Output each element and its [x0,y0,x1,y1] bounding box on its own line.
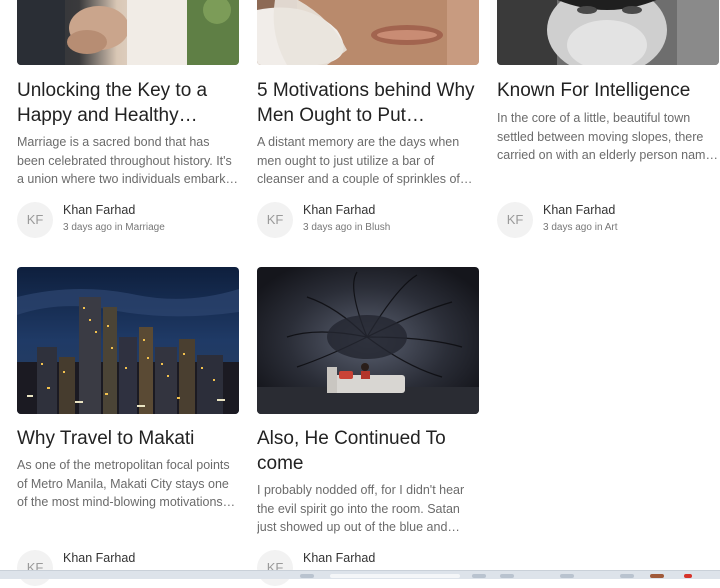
post-thumbnail-city-night[interactable] [17,267,239,414]
taskbar-app-icon[interactable] [620,574,634,578]
post-time: 3 days ago [63,222,112,233]
post-author: KF Khan Farhad 3 days ago in Marriage [17,202,239,240]
post-author: KF Khan Farhad [257,550,479,588]
post-thumbnail-couple-hands[interactable] [17,0,239,65]
author-name[interactable]: Khan Farhad [63,551,135,565]
post-author: KF Khan Farhad 3 days ago in Blush [257,202,479,240]
avatar[interactable]: KF [257,550,293,586]
taskbar-app-icon[interactable] [500,574,514,578]
avatar[interactable]: KF [497,202,533,238]
notification-badge-icon[interactable] [684,574,692,578]
author-name[interactable]: Khan Farhad [303,551,375,565]
post-excerpt: In the core of a little, beautiful town … [497,111,718,162]
post-excerpt: A distant memory are the days when men o… [257,135,473,186]
post-time: 3 days ago [543,222,592,233]
post-category[interactable]: Art [605,222,618,233]
post-category[interactable]: Blush [365,222,390,233]
post-thumbnail-face-cream[interactable] [257,0,479,65]
taskbar-app-icon[interactable] [472,574,486,578]
post-title[interactable]: Also, He Continued To come [257,426,479,476]
post-thumbnail-bw-portrait[interactable] [497,0,719,65]
post-meta: 3 days ago in Marriage [63,222,165,233]
post-excerpt: I probably nodded off, for I didn't hear… [257,483,465,534]
post-thumbnail-dark-fantasy[interactable] [257,267,479,414]
taskbar-app-icon[interactable] [650,574,664,578]
avatar[interactable]: KF [17,202,53,238]
post-title[interactable]: Why Travel to Makati [17,426,239,451]
post-author: KF Khan Farhad 3 days ago in Art [497,202,719,240]
post-time: 3 days ago [303,222,352,233]
author-name[interactable]: Khan Farhad [543,203,615,217]
meta-in: in [594,222,603,233]
post-excerpt: As one of the metropolitan focal points … [17,458,230,509]
avatar[interactable]: KF [257,202,293,238]
post-category[interactable]: Marriage [125,222,164,233]
post-title[interactable]: Unlocking the Key to a Happy and Healthy… [17,78,239,128]
taskbar-app-icon[interactable] [300,574,314,578]
post-title[interactable]: Known For Intelligence [497,78,719,103]
meta-in: in [114,222,123,233]
author-name[interactable]: Khan Farhad [303,203,375,217]
post-meta: 3 days ago in Art [543,222,618,233]
avatar[interactable]: KF [17,550,53,586]
post-author: KF Khan Farhad [17,550,239,588]
author-name[interactable]: Khan Farhad [63,203,135,217]
post-title[interactable]: 5 Motivations behind Why Men Ought to Pu… [257,78,479,128]
meta-in: in [354,222,363,233]
post-excerpt: Marriage is a sacred bond that has been … [17,135,232,186]
post-meta: 3 days ago in Blush [303,222,390,233]
taskbar-app-icon[interactable] [560,574,574,578]
taskbar-search-box[interactable] [330,574,460,578]
